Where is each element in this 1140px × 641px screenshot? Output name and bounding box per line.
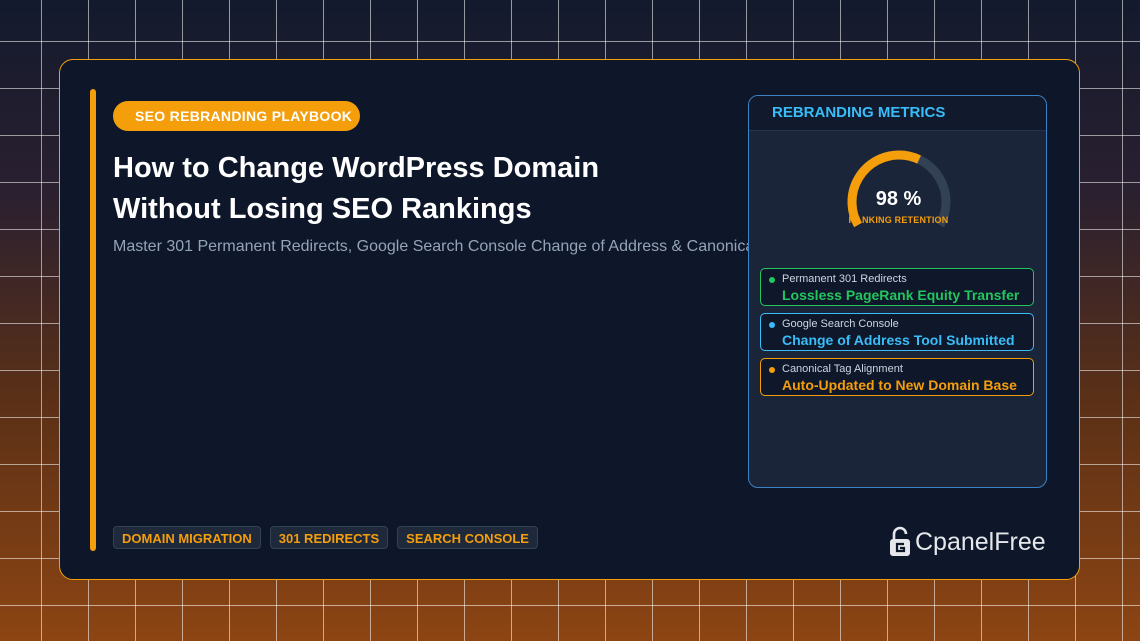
tag-search-console: SEARCH CONSOLE <box>397 526 538 549</box>
panel-title: REBRANDING METRICS <box>749 96 1046 131</box>
metric-label: Google Search Console <box>782 318 899 330</box>
metric-value: Lossless PageRank Equity Transfer <box>782 287 1020 303</box>
status-dot <box>769 322 775 328</box>
accent-bar <box>90 89 96 551</box>
category-badge: SEO REBRANDING PLAYBOOK <box>113 101 361 131</box>
metric-label: Canonical Tag Alignment <box>782 363 903 375</box>
metric-value: Change of Address Tool Submitted <box>782 332 1015 348</box>
title-line-2: Without Losing SEO Rankings <box>113 193 532 225</box>
tag-domain-migration: DOMAIN MIGRATION <box>113 526 261 549</box>
metric-value: Auto-Updated to New Domain Base <box>782 377 1017 393</box>
status-dot <box>769 367 775 373</box>
brand-logo: CpanelFree <box>889 526 1046 558</box>
title-line-1: How to Change WordPress Domain <box>113 152 600 184</box>
metric-label: Permanent 301 Redirects <box>782 273 907 285</box>
brand-name: CpanelFree <box>915 527 1046 556</box>
status-dot <box>769 277 775 283</box>
metric-card-search-console: Google Search Console Change of Address … <box>760 313 1034 351</box>
metric-card-canonical: Canonical Tag Alignment Auto-Updated to … <box>760 358 1034 396</box>
subtitle: Master 301 Permanent Redirects, Google S… <box>113 238 748 255</box>
lock-icon <box>890 526 910 556</box>
gauge-label: RANKING RETENTION <box>848 215 949 225</box>
tag-301-redirects: 301 REDIRECTS <box>269 526 389 549</box>
hero-card: SEO REBRANDING PLAYBOOK How to Change Wo… <box>59 59 1080 580</box>
gauge-value: 98 % <box>875 188 922 210</box>
page-title: How to Change WordPress Domain Without L… <box>113 148 713 230</box>
tag-list: DOMAIN MIGRATION 301 REDIRECTS SEARCH CO… <box>113 526 538 549</box>
metric-card-redirects: Permanent 301 Redirects Lossless PageRan… <box>760 268 1034 306</box>
metrics-panel: REBRANDING METRICS 98 % RANKING RETENTIO… <box>748 95 1047 488</box>
